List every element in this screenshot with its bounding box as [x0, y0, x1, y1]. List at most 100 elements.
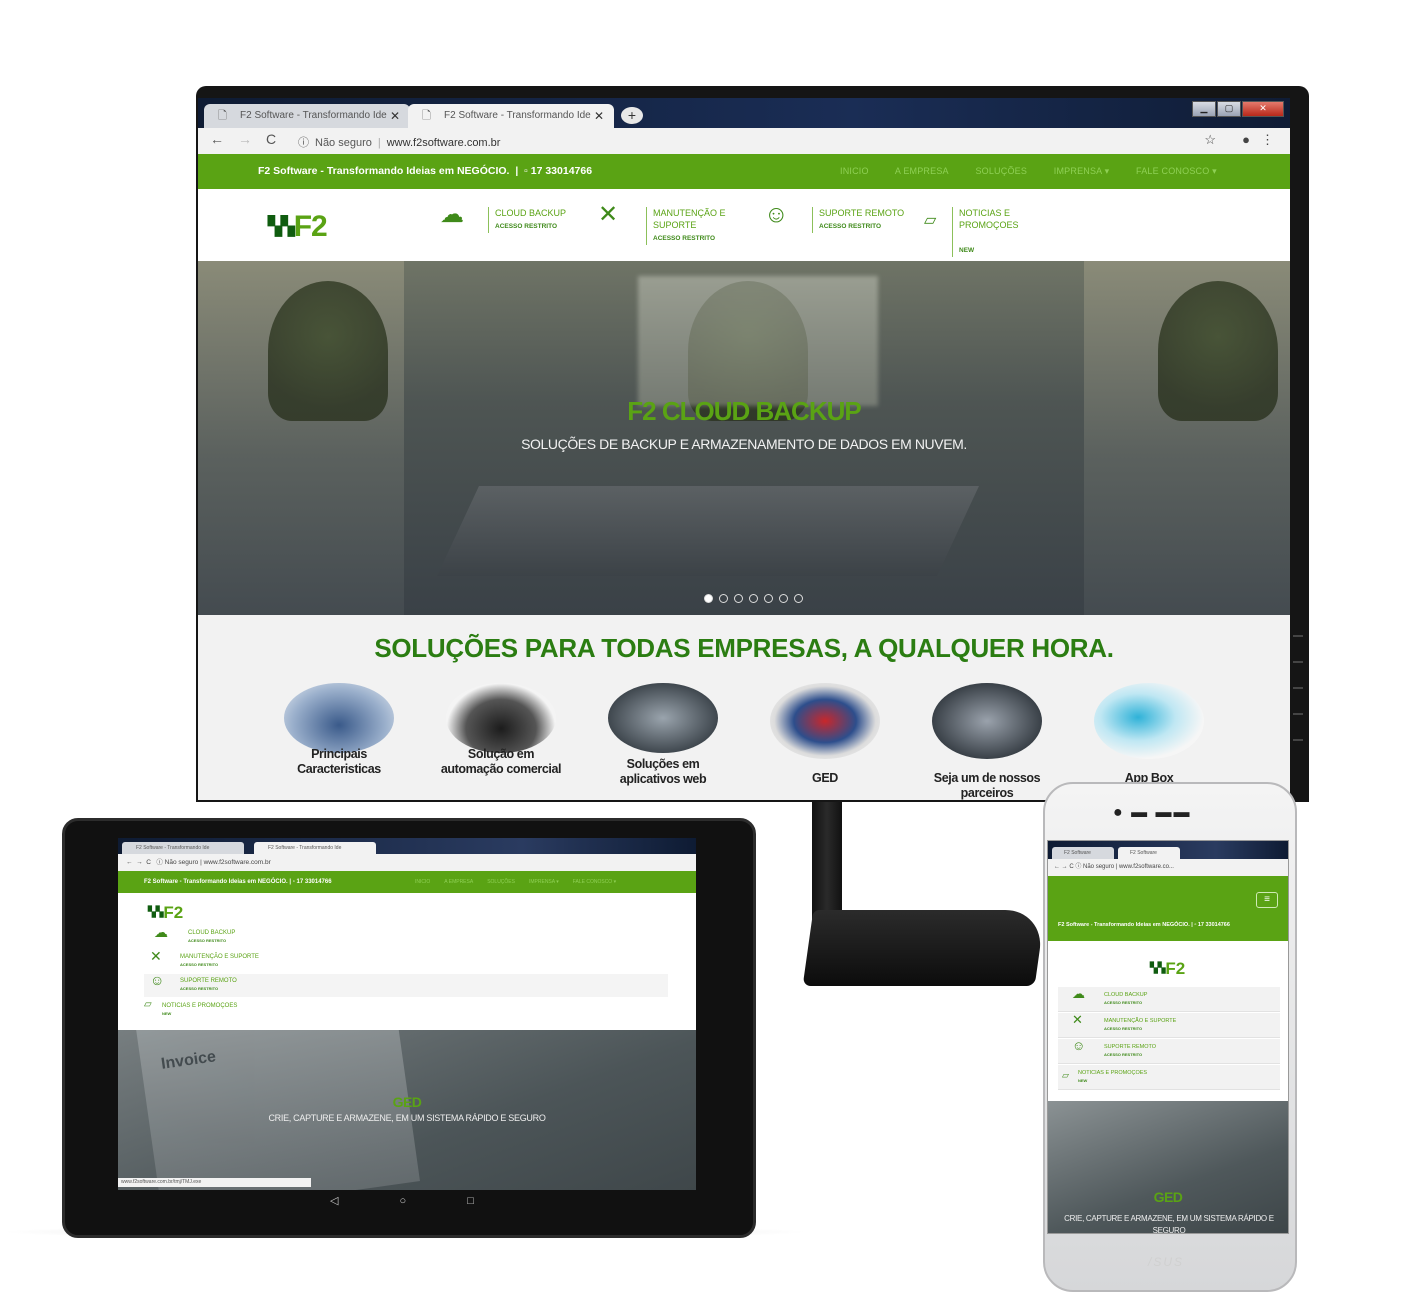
- hero-title: F2 CLOUD BACKUP: [627, 396, 861, 426]
- browser-tab-1[interactable]: F2 Software: [1052, 847, 1114, 859]
- site-top-bar: F2 Software - Transformando Ideias em NE…: [198, 154, 1290, 189]
- menu-item-empresa[interactable]: A EMPRESA: [895, 166, 949, 176]
- service-title: NOTICIAS E PROMOÇOES: [162, 1003, 238, 1009]
- menu-item-solucoes[interactable]: SOLUÇÕES: [487, 879, 515, 885]
- menu-dots-icon[interactable]: ⋮: [1261, 132, 1274, 148]
- hamburger-menu-icon[interactable]: ≡: [1256, 892, 1278, 908]
- new-tab-button[interactable]: +: [621, 107, 643, 124]
- carousel-dot[interactable]: [764, 594, 773, 603]
- phone-number: 17 33014766: [1197, 922, 1230, 928]
- minimize-button[interactable]: ▁: [1192, 101, 1216, 117]
- phone-number: 17 33014766: [296, 879, 332, 885]
- tab-title: F2 Software: [1130, 850, 1157, 856]
- services-list: ▚▚F2 ☁ CLOUD BACKUP ACESSO RESTRITO ✕ MANUT…: [1048, 941, 1288, 1101]
- back-icon[interactable]: ←: [210, 131, 224, 147]
- solution-card[interactable]: Soluções em aplicativos web: [598, 683, 728, 787]
- tools-icon: ✕: [598, 201, 619, 228]
- carousel-dot[interactable]: [749, 594, 758, 603]
- menu-item-inicio[interactable]: INICIO: [415, 879, 430, 885]
- url-field[interactable]: ⓘ Não seguro | www.f2software.com.br: [298, 134, 500, 150]
- maximize-button[interactable]: ▢: [1217, 101, 1241, 117]
- newspaper-icon: ▱: [144, 999, 152, 1010]
- menu-item-empresa[interactable]: A EMPRESA: [444, 879, 473, 885]
- site-top-bar: F2 Software - Transformando Ideias em NE…: [118, 871, 696, 893]
- carousel-dot[interactable]: [779, 594, 788, 603]
- browser-tab-2[interactable]: F2 Software: [1118, 847, 1180, 859]
- page-icon: 🗋: [218, 110, 227, 122]
- service-title: CLOUD BACKUP: [495, 208, 567, 218]
- hero-caption: SOLUÇÕES DE BACKUP E ARMAZENAMENTO DE DA…: [521, 436, 967, 452]
- info-icon[interactable]: ⓘ: [298, 137, 309, 149]
- service-cloud-backup[interactable]: ☁ CLOUD BACKUP ACESSO RESTRITO: [144, 925, 668, 949]
- solution-card[interactable]: Principais Caracteristicas: [274, 683, 404, 777]
- solution-card[interactable]: Seja um de nossos parceiros: [922, 683, 1052, 800]
- site-tagline: F2 Software - Transformando Ideias em NE…: [144, 879, 288, 885]
- site-logo[interactable]: ▚▚F2: [1150, 959, 1185, 979]
- service-noticias[interactable]: ▱ NOTICIAS E PROMOÇOES NEW: [144, 999, 668, 1022]
- menu-item-fale-conosco[interactable]: FALE CONOSCO ▾: [1136, 166, 1217, 176]
- menu-item-fale-conosco[interactable]: FALE CONOSCO ▾: [573, 879, 616, 885]
- url-text[interactable]: www.f2software.co...: [1119, 864, 1174, 870]
- tools-icon: ✕: [1072, 1012, 1083, 1027]
- remote-support-icon: ☺: [1072, 1038, 1086, 1053]
- service-sub: ACESSO RESTRITO: [180, 962, 219, 967]
- browser-tab-1[interactable]: 🗋 F2 Software - Transformando Ide ✕: [204, 104, 410, 128]
- close-tab-icon[interactable]: ✕: [390, 104, 400, 128]
- site-tagline: F2 Software - Transformando Ideias em NE…: [258, 165, 593, 177]
- monitor-screen: 🗋 F2 Software - Transformando Ide ✕ 🗋 F2 So…: [198, 98, 1290, 800]
- url-text[interactable]: www.f2software.com.br: [204, 859, 271, 866]
- close-tab-icon[interactable]: ✕: [594, 104, 604, 128]
- service-manutencao[interactable]: ✕ MANUTENÇÃO E SUPORTE ACESSO RESTRITO: [1058, 1013, 1280, 1038]
- laptop-image: [437, 486, 979, 576]
- browser-tab-2[interactable]: 🗋 F2 Software - Transformando Ide ✕: [408, 104, 614, 128]
- handshake-image: [932, 683, 1042, 759]
- service-suporte-remoto[interactable]: ☺ SUPORTE REMOTO ACESSO RESTRITO: [144, 972, 668, 997]
- hero-caption: CRIE, CAPTURE E ARMAZENE, EM UM SISTEMA …: [268, 1113, 546, 1123]
- service-manutencao[interactable]: ✕ MANUTENÇÃO E SUPORTE ACESSO RESTRITO: [144, 949, 668, 973]
- service-title: NOTICIAS E PROMOÇOES: [1078, 1070, 1148, 1076]
- newspaper-icon: ▱: [1062, 1070, 1069, 1080]
- phone-icon: ▫: [524, 165, 528, 177]
- window-controls: ▁ ▢ ✕: [1191, 101, 1284, 117]
- menu-item-inicio[interactable]: INICIO: [840, 166, 869, 176]
- close-window-button[interactable]: ✕: [1242, 101, 1284, 117]
- url-text: www.f2software.com.br: [386, 137, 501, 149]
- site-logo[interactable]: ▚▚F2: [148, 903, 183, 923]
- forward-icon[interactable]: →: [238, 131, 252, 147]
- carousel-dot[interactable]: [719, 594, 728, 603]
- carousel-dot[interactable]: [734, 594, 743, 603]
- address-bar: ← → C ⓘ Não seguro | www.f2software.com.br …: [198, 128, 1290, 155]
- tablet-screen: F2 Software - Transformando Ide F2 Softw…: [118, 838, 696, 1190]
- site-logo[interactable]: ▚▚F2: [268, 210, 328, 244]
- main-menu: INICIO A EMPRESA SOLUÇÕES IMPRENSA ▾ FAL…: [840, 166, 1241, 177]
- solution-card[interactable]: App Box: [1084, 683, 1214, 786]
- menu-item-solucoes[interactable]: SOLUÇÕES: [975, 166, 1027, 176]
- status-bar-url: www.f2software.com.br/tmj/TMJ.exe: [118, 1178, 311, 1187]
- service-sub: ACESSO RESTRITO: [188, 938, 227, 943]
- address-bar: ← → C ⓘ Não seguro | www.f2software.co..…: [1048, 859, 1288, 876]
- hero-title: GED: [392, 1094, 422, 1110]
- account-icon[interactable]: ●: [1242, 132, 1250, 147]
- security-label: Não seguro: [315, 137, 372, 149]
- carousel-dot[interactable]: [794, 594, 803, 603]
- back-icon[interactable]: ←: [1054, 864, 1060, 870]
- reload-icon[interactable]: C: [266, 131, 276, 147]
- solution-card[interactable]: Solução em automação comercial: [436, 683, 566, 777]
- service-title: SUPORTE REMOTO: [1104, 1044, 1157, 1050]
- menu-item-imprensa[interactable]: IMPRENSA ▾: [1054, 166, 1110, 176]
- remote-support-icon: ☺: [150, 972, 165, 988]
- browser-tab-2[interactable]: F2 Software - Transformando Ide: [254, 842, 376, 854]
- carousel-dot[interactable]: [704, 594, 713, 603]
- carousel-indicators: [704, 590, 809, 608]
- service-suporte-remoto[interactable]: ☺ SUPORTE REMOTO ACESSO RESTRITO: [1058, 1039, 1280, 1064]
- android-nav-buttons[interactable]: ◁ ○ □: [330, 1194, 474, 1207]
- service-noticias[interactable]: ▱ NOTICIAS E PROMOÇOES NEW: [1058, 1065, 1280, 1090]
- service-cloud-backup[interactable]: ☁ CLOUD BACKUP ACESSO RESTRITO: [1058, 987, 1280, 1012]
- solution-card[interactable]: GED: [760, 683, 890, 786]
- back-icon[interactable]: ←: [126, 859, 133, 866]
- browser-tab-1[interactable]: F2 Software - Transformando Ide: [122, 842, 244, 854]
- service-title: CLOUD BACKUP: [188, 930, 236, 936]
- solution-label: Seja um de nossos parceiros: [933, 771, 1041, 800]
- bookmark-star-icon[interactable]: ☆: [1204, 132, 1216, 148]
- menu-item-imprensa[interactable]: IMPRENSA ▾: [529, 879, 559, 885]
